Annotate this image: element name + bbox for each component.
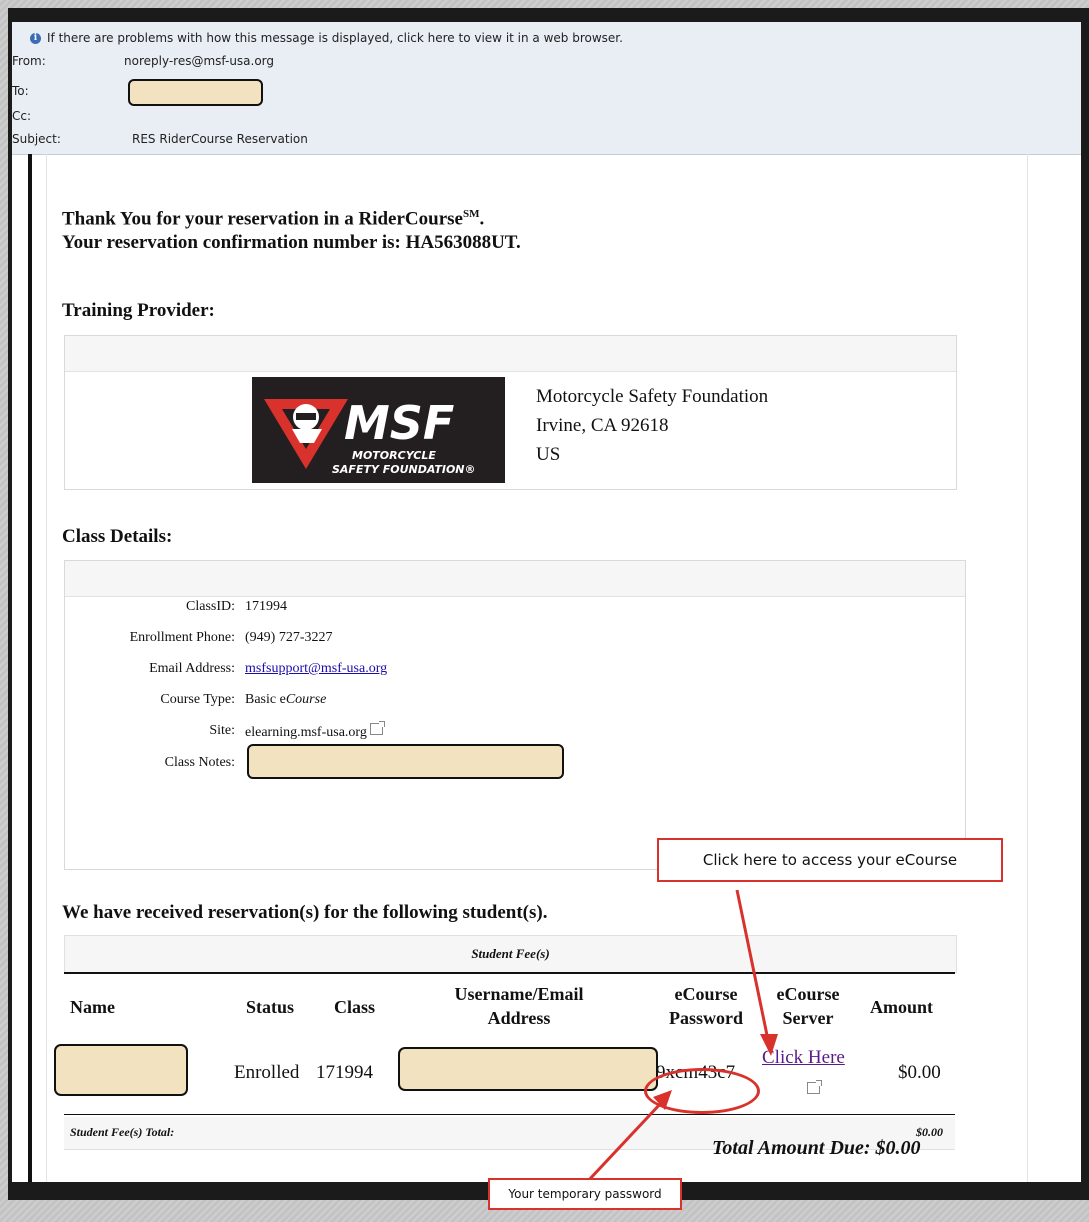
redacted-student-name bbox=[54, 1044, 188, 1096]
subject-value: RES RiderCourse Reservation bbox=[132, 132, 308, 146]
password-highlight-oval bbox=[644, 1068, 760, 1114]
detail-row-site: Site: bbox=[12, 723, 235, 743]
header-rule bbox=[64, 972, 955, 974]
provider-country: US bbox=[536, 444, 561, 465]
temporary-password-callout: Your temporary password bbox=[488, 1178, 682, 1210]
confirmation-number-line: Your reservation confirmation number is:… bbox=[62, 232, 521, 254]
detail-row-classid: ClassID: bbox=[12, 599, 235, 619]
detail-row-phone: Enrollment Phone: bbox=[12, 630, 235, 650]
student-class: 171994 bbox=[316, 1062, 373, 1083]
student-fees-table: Student Fee(s) Name Status Class Usernam… bbox=[64, 935, 957, 1150]
info-bar[interactable]: i If there are problems with how this me… bbox=[30, 31, 623, 45]
student-amount: $0.00 bbox=[898, 1062, 941, 1083]
from-label: From: bbox=[12, 54, 46, 68]
info-bar-text[interactable]: If there are problems with how this mess… bbox=[47, 31, 623, 45]
provider-name: Motorcycle Safety Foundation bbox=[536, 386, 769, 407]
col-status: Status bbox=[246, 997, 295, 1017]
confirmation-message: Thank You for your reservation in a Ride… bbox=[62, 202, 521, 255]
provider-box-band bbox=[65, 336, 956, 372]
info-icon: i bbox=[30, 32, 41, 44]
msf-logo: MSF MOTORCYCLE SAFETY FOUNDATION® bbox=[252, 377, 505, 483]
external-link-icon[interactable] bbox=[807, 1080, 822, 1094]
col-class: Class bbox=[334, 997, 376, 1017]
col-username: Username/Email Address bbox=[454, 984, 584, 1028]
students-heading: We have received reservation(s) for the … bbox=[62, 902, 548, 923]
detail-row-course-type: Course Type: bbox=[12, 692, 235, 712]
redacted-class-notes bbox=[247, 744, 564, 779]
ecourse-server-link[interactable]: Click Here bbox=[762, 1047, 845, 1069]
subject-label: Subject: bbox=[12, 132, 61, 146]
svg-text:MOTORCYCLE: MOTORCYCLE bbox=[352, 449, 436, 462]
provider-box: MSF MOTORCYCLE SAFETY FOUNDATION® Motorc… bbox=[64, 335, 957, 490]
site-link[interactable]: elearning.msf-usa.org bbox=[245, 725, 367, 740]
msf-logo-graphic: MSF MOTORCYCLE SAFETY FOUNDATION® bbox=[264, 396, 476, 476]
service-mark: SM bbox=[462, 208, 480, 220]
col-name: Name bbox=[70, 997, 115, 1017]
access-ecourse-callout: Click here to access your eCourse bbox=[657, 838, 1003, 882]
provider-city: Irvine, CA 92618 bbox=[536, 415, 669, 436]
detail-label: Enrollment Phone: bbox=[129, 630, 235, 645]
detail-row-email: Email Address: bbox=[12, 661, 235, 681]
col-password: eCourse Password bbox=[668, 984, 743, 1028]
class-details-band bbox=[65, 561, 965, 597]
redacted-username bbox=[398, 1047, 658, 1091]
detail-label: Site: bbox=[209, 723, 235, 738]
message-header: i If there are problems with how this me… bbox=[12, 22, 1081, 155]
external-link-icon[interactable] bbox=[369, 721, 385, 735]
detail-label: Course Type: bbox=[160, 692, 235, 707]
thanks-text: Thank You for your reservation in a Ride… bbox=[62, 208, 463, 230]
svg-text:SAFETY FOUNDATION®: SAFETY FOUNDATION® bbox=[332, 463, 476, 476]
student-status: Enrolled bbox=[234, 1062, 300, 1083]
cc-label: Cc: bbox=[12, 109, 32, 123]
detail-label: Email Address: bbox=[149, 661, 235, 676]
table-caption: Student Fee(s) bbox=[64, 935, 957, 973]
training-provider-heading: Training Provider: bbox=[62, 300, 215, 321]
redacted-recipient bbox=[128, 79, 263, 106]
total-amount-due: Total Amount Due: $0.00 bbox=[712, 1137, 921, 1159]
to-label: To: bbox=[12, 84, 29, 98]
row-rule bbox=[64, 1114, 955, 1115]
col-server: eCourse Server bbox=[776, 984, 840, 1028]
email-window: i If there are problems with how this me… bbox=[12, 22, 1081, 1182]
class-details-heading: Class Details: bbox=[62, 526, 173, 547]
email-link[interactable]: msfsupport@msf-usa.org bbox=[245, 661, 387, 677]
thanks-period: . bbox=[479, 208, 485, 230]
total-label: Student Fee(s) Total: bbox=[70, 1125, 175, 1139]
detail-label: ClassID: bbox=[186, 599, 235, 614]
detail-row-class-notes: Class Notes: bbox=[12, 755, 235, 775]
msf-logo-letters: MSF bbox=[344, 396, 454, 450]
from-value[interactable]: noreply-res@msf-usa.org bbox=[124, 54, 274, 68]
detail-label: Class Notes: bbox=[164, 755, 235, 770]
col-amount: Amount bbox=[870, 997, 934, 1017]
provider-address: Motorcycle Safety Foundation Irvine, CA … bbox=[536, 382, 768, 469]
